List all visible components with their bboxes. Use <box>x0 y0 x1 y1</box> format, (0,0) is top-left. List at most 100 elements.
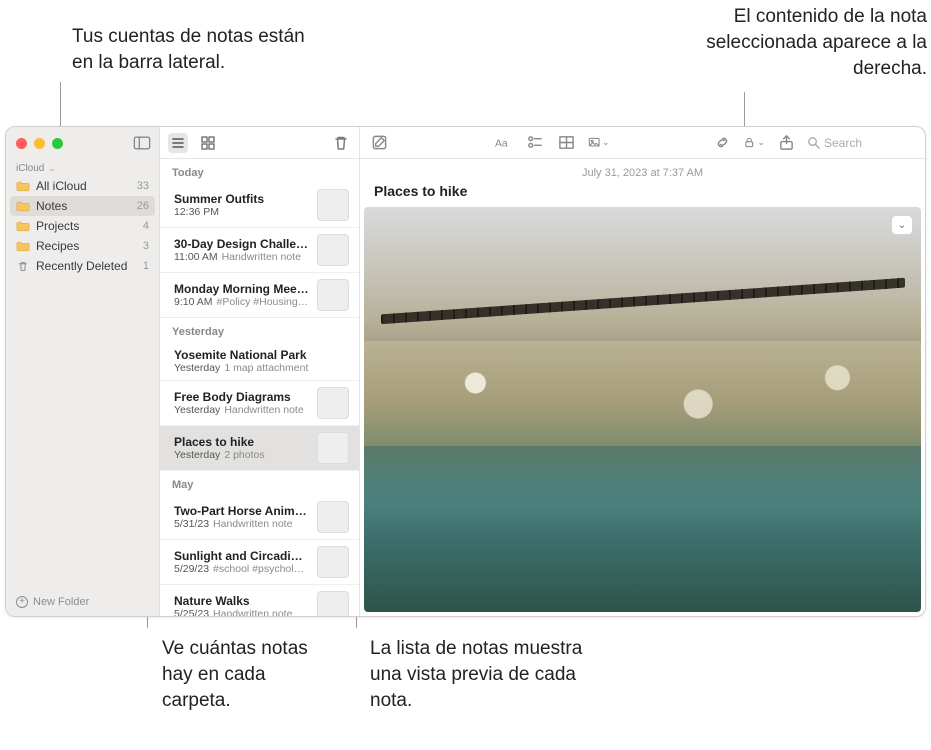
traffic-lights <box>16 138 63 149</box>
sidebar-item-label: Projects <box>36 219 137 233</box>
note-title: Nature Walks <box>174 594 309 608</box>
svg-text:Aa: Aa <box>495 138 508 149</box>
window-controls-area <box>6 127 159 159</box>
sidebar-item-recipes[interactable]: Recipes 3 <box>6 236 159 256</box>
note-title: Sunlight and Circadian… <box>174 549 309 563</box>
sidebar-item-notes[interactable]: Notes 26 <box>10 196 155 216</box>
text-style-button[interactable]: Aa <box>492 132 514 154</box>
note-meta: 5/29/23#school #psycholo… <box>174 563 309 575</box>
note-meta: Yesterday2 photos <box>174 449 309 461</box>
chevron-down-icon: ⌄ <box>757 137 765 148</box>
sidebar-item-recently-deleted[interactable]: Recently Deleted 1 <box>6 256 159 276</box>
format-group: Aa ⌄ <box>492 132 610 154</box>
table-button[interactable] <box>556 132 578 154</box>
image-options-button[interactable]: ⌄ <box>891 215 913 235</box>
maximize-button[interactable] <box>52 138 63 149</box>
search-field[interactable]: Search <box>807 136 917 150</box>
sidebar-section-icloud[interactable]: iCloud ⌄ <box>6 159 159 176</box>
note-title: Summer Outfits <box>174 192 309 206</box>
minimize-button[interactable] <box>34 138 45 149</box>
chevron-down-icon: ⌄ <box>48 163 56 174</box>
note-thumbnail <box>317 189 349 221</box>
notes-list-toolbar <box>160 127 359 159</box>
lock-note-button[interactable]: ⌄ <box>743 132 765 154</box>
chevron-down-icon: ⌄ <box>602 137 610 148</box>
sidebar-item-count: 3 <box>143 240 149 252</box>
note-meta: 5/31/23Handwritten note <box>174 518 309 530</box>
note-title[interactable]: Places to hike <box>360 179 925 207</box>
note-row[interactable]: Free Body DiagramsYesterdayHandwritten n… <box>160 381 359 426</box>
note-meta: 12:36 PM <box>174 206 309 218</box>
plus-circle-icon: + <box>16 596 28 608</box>
note-thumbnail <box>317 432 349 464</box>
note-title: Free Body Diagrams <box>174 390 309 404</box>
section-label: iCloud <box>16 163 44 174</box>
search-placeholder: Search <box>824 136 862 150</box>
sidebar-item-projects[interactable]: Projects 4 <box>6 216 159 236</box>
note-meta: 5/25/23Handwritten note <box>174 608 309 616</box>
note-editor: Aa ⌄ ⌄ <box>360 127 925 616</box>
note-meta: 11:00 AMHandwritten note <box>174 251 309 263</box>
note-row[interactable]: Places to hikeYesterday2 photos <box>160 426 359 471</box>
callout-selected-content: El contenido de la nota seleccionada apa… <box>647 4 927 83</box>
new-folder-button[interactable]: + New Folder <box>6 590 159 616</box>
new-folder-label: New Folder <box>33 596 89 608</box>
notes-app-window: iCloud ⌄ All iCloud 33 Notes 26Projects 4 Rec… <box>5 126 926 617</box>
notes-group-header: Today <box>160 159 359 183</box>
note-thumbnail <box>317 591 349 616</box>
notes-group-header: Yesterday <box>160 318 359 342</box>
editor-toolbar: Aa ⌄ ⌄ <box>360 127 925 159</box>
search-icon <box>807 136 820 149</box>
compose-button[interactable] <box>368 132 390 154</box>
sidebar-item-label: Notes <box>36 199 131 213</box>
note-thumbnail <box>317 279 349 311</box>
media-button[interactable]: ⌄ <box>588 132 610 154</box>
note-meta: Yesterday1 map attachment <box>174 362 349 374</box>
note-title: Monday Morning Meeting <box>174 282 309 296</box>
sidebar-item-label: Recently Deleted <box>36 259 137 273</box>
note-attached-image[interactable]: ⌄ <box>364 207 921 612</box>
note-row[interactable]: Nature Walks5/25/23Handwritten note <box>160 585 359 616</box>
callout-notes-preview: La lista de notas muestra una vista prev… <box>370 636 590 715</box>
note-row[interactable]: Sunlight and Circadian…5/29/23#school #p… <box>160 540 359 585</box>
note-thumbnail <box>317 546 349 578</box>
sidebar-item-count: 4 <box>143 220 149 232</box>
note-timestamp: July 31, 2023 at 7:37 AM <box>360 167 925 179</box>
note-title: Yosemite National Park <box>174 348 349 362</box>
note-row[interactable]: Monday Morning Meeting9:10 AM#Policy #Ho… <box>160 273 359 318</box>
sidebar-item-count: 1 <box>143 260 149 272</box>
delete-note-button[interactable] <box>331 133 351 153</box>
notes-list-column: TodaySummer Outfits12:36 PM30-Day Design… <box>160 127 360 616</box>
note-row[interactable]: Summer Outfits12:36 PM <box>160 183 359 228</box>
checklist-button[interactable] <box>524 132 546 154</box>
close-button[interactable] <box>16 138 27 149</box>
sidebar-item-all-icloud[interactable]: All iCloud 33 <box>6 176 159 196</box>
sidebar-item-count: 26 <box>137 200 149 212</box>
note-row[interactable]: Two-Part Horse Anima…5/31/23Handwritten … <box>160 495 359 540</box>
note-meta: 9:10 AM#Policy #Housing… <box>174 296 309 308</box>
note-thumbnail <box>317 234 349 266</box>
note-row[interactable]: 30-Day Design Challen…11:00 AMHandwritte… <box>160 228 359 273</box>
note-row[interactable]: Yosemite National ParkYesterday1 map att… <box>160 342 359 381</box>
gallery-view-button[interactable] <box>198 133 218 153</box>
sidebar-item-count: 33 <box>137 180 149 192</box>
callout-folder-counts: Ve cuántas notas hay en cada carpeta. <box>162 636 322 715</box>
toggle-sidebar-button[interactable] <box>133 135 151 151</box>
list-view-button[interactable] <box>168 133 188 153</box>
note-title: 30-Day Design Challen… <box>174 237 309 251</box>
share-button[interactable] <box>775 132 797 154</box>
notes-list-body[interactable]: TodaySummer Outfits12:36 PM30-Day Design… <box>160 159 359 616</box>
note-title: Places to hike <box>174 435 309 449</box>
notes-group-header: May <box>160 471 359 495</box>
link-note-button[interactable] <box>711 132 733 154</box>
note-title: Two-Part Horse Anima… <box>174 504 309 518</box>
callout-accounts: Tus cuentas de notas están en la barra l… <box>72 24 322 76</box>
sidebar-item-label: Recipes <box>36 239 137 253</box>
share-group: ⌄ <box>711 132 765 154</box>
note-meta: YesterdayHandwritten note <box>174 404 309 416</box>
sidebar: iCloud ⌄ All iCloud 33 Notes 26Projects 4 Rec… <box>6 127 160 616</box>
note-thumbnail <box>317 387 349 419</box>
note-body[interactable]: ⌄ <box>360 207 925 616</box>
note-thumbnail <box>317 501 349 533</box>
sidebar-item-label: All iCloud <box>36 179 131 193</box>
